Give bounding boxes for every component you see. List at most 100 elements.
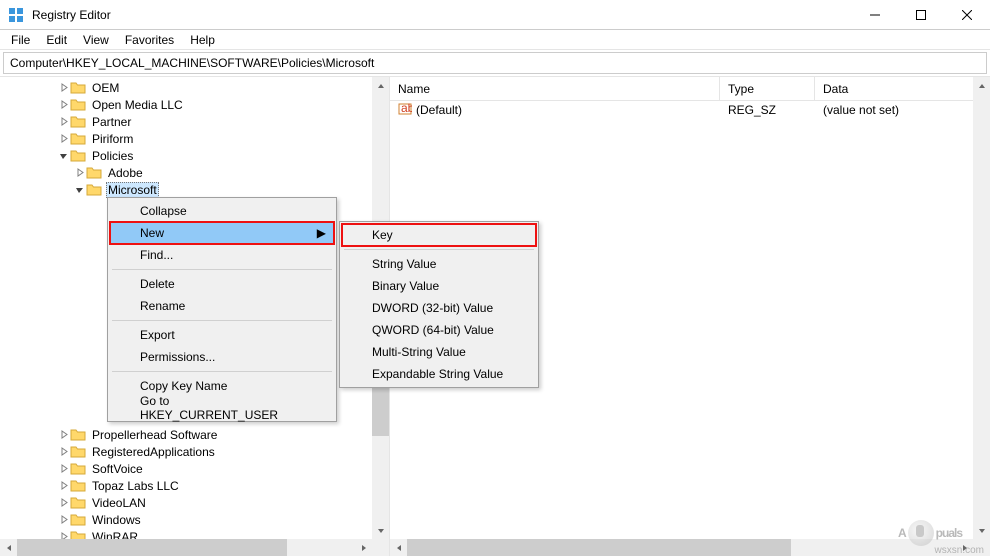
menu-item[interactable]: Collapse — [110, 200, 334, 222]
app-icon — [8, 7, 24, 23]
tree-item[interactable]: Adobe — [0, 164, 389, 181]
expander-closed-icon[interactable] — [56, 134, 70, 143]
tree-item[interactable]: SoftVoice — [0, 460, 389, 477]
tree-item[interactable]: Open Media LLC — [0, 96, 389, 113]
expander-closed-icon[interactable] — [56, 481, 70, 490]
menu-item[interactable]: Export — [110, 324, 334, 346]
tree-item-label: SoftVoice — [90, 462, 145, 476]
tree-item-label: Partner — [90, 115, 133, 129]
expander-closed-icon[interactable] — [56, 447, 70, 456]
expander-open-icon[interactable] — [56, 151, 70, 160]
tree-item[interactable]: OEM — [0, 79, 389, 96]
watermark-text-2: puals — [936, 526, 962, 540]
folder-icon — [70, 114, 86, 130]
scroll-left-icon[interactable] — [390, 539, 407, 556]
tree-item-label: VideoLAN — [90, 496, 148, 510]
expander-closed-icon[interactable] — [72, 168, 86, 177]
list-scroll-vertical[interactable] — [973, 77, 990, 539]
menu-item-label: Go to HKEY_CURRENT_USER — [140, 394, 304, 422]
expander-closed-icon[interactable] — [56, 117, 70, 126]
tree-scroll-horizontal[interactable] — [0, 539, 372, 556]
tree-item-label: Policies — [90, 149, 135, 163]
col-data[interactable]: Data — [815, 77, 990, 100]
address-text: Computer\HKEY_LOCAL_MACHINE\SOFTWARE\Pol… — [10, 56, 374, 70]
menu-item[interactable]: Find... — [110, 244, 334, 266]
scroll-track[interactable] — [973, 94, 990, 522]
watermark-logo: A puals — [898, 520, 962, 546]
scroll-corner — [372, 539, 389, 556]
tree-item-label: Windows — [90, 513, 143, 527]
window-title: Registry Editor — [32, 8, 111, 22]
tree-item-label: Adobe — [106, 166, 145, 180]
menu-item-label: QWORD (64-bit) Value — [372, 323, 494, 337]
menu-help[interactable]: Help — [183, 31, 222, 49]
scroll-thumb[interactable] — [407, 539, 791, 556]
menu-item[interactable]: String Value — [342, 253, 536, 275]
scroll-track[interactable] — [407, 539, 956, 556]
folder-icon — [70, 495, 86, 511]
tree-item[interactable]: Propellerhead Software — [0, 426, 389, 443]
menu-item-label: Expandable String Value — [372, 367, 503, 381]
menu-item-label: Copy Key Name — [140, 379, 227, 393]
menu-item[interactable]: New▶ — [110, 222, 334, 244]
menu-item[interactable]: Permissions... — [110, 346, 334, 368]
menu-item[interactable]: Multi-String Value — [342, 341, 536, 363]
col-type[interactable]: Type — [720, 77, 815, 100]
tree-item[interactable]: VideoLAN — [0, 494, 389, 511]
context-menu: CollapseNew▶Find... DeleteRename ExportPer… — [107, 197, 337, 422]
expander-closed-icon[interactable] — [56, 498, 70, 507]
expander-closed-icon[interactable] — [56, 464, 70, 473]
tree-item[interactable]: Topaz Labs LLC — [0, 477, 389, 494]
scroll-thumb[interactable] — [17, 539, 287, 556]
tree-item[interactable]: Partner — [0, 113, 389, 130]
folder-icon — [70, 478, 86, 494]
menu-item-label: DWORD (32-bit) Value — [372, 301, 493, 315]
submenu-arrow-icon: ▶ — [317, 226, 326, 240]
scroll-down-icon[interactable] — [372, 522, 389, 539]
expander-closed-icon[interactable] — [56, 515, 70, 524]
menu-separator — [112, 371, 332, 372]
tree-item[interactable]: Windows — [0, 511, 389, 528]
expander-closed-icon[interactable] — [56, 83, 70, 92]
scroll-right-icon[interactable] — [355, 539, 372, 556]
menu-item-label: Multi-String Value — [372, 345, 466, 359]
menu-item[interactable]: Key — [342, 224, 536, 246]
tree-item[interactable]: Piriform — [0, 130, 389, 147]
scroll-down-icon[interactable] — [973, 522, 990, 539]
close-button[interactable] — [944, 0, 990, 30]
folder-icon — [70, 427, 86, 443]
tree-item-label: Microsoft — [106, 182, 159, 198]
tree-item[interactable]: RegisteredApplications — [0, 443, 389, 460]
tree-item-label: Open Media LLC — [90, 98, 185, 112]
tree-item[interactable]: Microsoft — [0, 181, 389, 198]
menu-item[interactable]: Go to HKEY_CURRENT_USER — [110, 397, 334, 419]
menu-item[interactable]: DWORD (32-bit) Value — [342, 297, 536, 319]
expander-closed-icon[interactable] — [56, 430, 70, 439]
expander-open-icon[interactable] — [72, 185, 86, 194]
menu-edit[interactable]: Edit — [39, 31, 74, 49]
scroll-left-icon[interactable] — [0, 539, 17, 556]
tree-item[interactable]: Policies — [0, 147, 389, 164]
menu-item[interactable]: QWORD (64-bit) Value — [342, 319, 536, 341]
folder-icon — [86, 182, 102, 198]
list-header: Name Type Data — [390, 77, 990, 101]
list-row[interactable]: ab (Default) REG_SZ (value not set) — [390, 101, 990, 119]
menu-item[interactable]: Rename — [110, 295, 334, 317]
scroll-track[interactable] — [17, 539, 355, 556]
menu-view[interactable]: View — [76, 31, 116, 49]
tree-item-label: Propellerhead Software — [90, 428, 219, 442]
scroll-up-icon[interactable] — [973, 77, 990, 94]
menu-favorites[interactable]: Favorites — [118, 31, 181, 49]
menu-item[interactable]: Delete — [110, 273, 334, 295]
minimize-button[interactable] — [852, 0, 898, 30]
menu-file[interactable]: File — [4, 31, 37, 49]
col-name[interactable]: Name — [390, 77, 720, 100]
menu-item[interactable]: Binary Value — [342, 275, 536, 297]
expander-closed-icon[interactable] — [56, 100, 70, 109]
list-scroll-horizontal[interactable] — [390, 539, 973, 556]
menu-item[interactable]: Expandable String Value — [342, 363, 536, 385]
maximize-button[interactable] — [898, 0, 944, 30]
menu-separator — [112, 269, 332, 270]
scroll-up-icon[interactable] — [372, 77, 389, 94]
address-bar[interactable]: Computer\HKEY_LOCAL_MACHINE\SOFTWARE\Pol… — [3, 52, 987, 74]
